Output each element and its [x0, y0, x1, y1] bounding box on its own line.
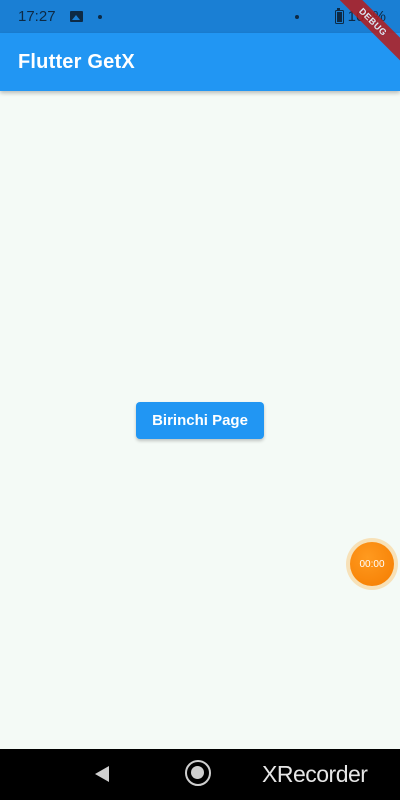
home-icon[interactable]: [185, 760, 211, 786]
recorder-watermark: XRecorder: [262, 761, 368, 787]
birinchi-page-button[interactable]: Birinchi Page: [136, 402, 264, 439]
status-bar: 17:27 100%: [0, 0, 400, 33]
app-screen: 17:27 100% Flutter GetX DEBUG Birinchi P…: [0, 0, 400, 800]
navigation-bar: XRecorder: [0, 749, 400, 800]
battery-icon: [334, 7, 344, 24]
page-title: Flutter GetX: [18, 50, 135, 73]
status-time: 17:27: [18, 8, 56, 25]
notification-dot-icon: [97, 14, 102, 19]
recorder-timer-bubble[interactable]: 00:00: [346, 538, 398, 590]
recorder-timer-label: 00:00: [350, 542, 394, 586]
app-bar: Flutter GetX: [0, 33, 400, 91]
battery-percent: 100%: [347, 8, 386, 25]
status-dot-icon: [294, 14, 299, 19]
back-icon[interactable]: [95, 766, 109, 782]
main-body: Birinchi Page: [0, 91, 400, 749]
image-notification-icon: [69, 11, 83, 22]
